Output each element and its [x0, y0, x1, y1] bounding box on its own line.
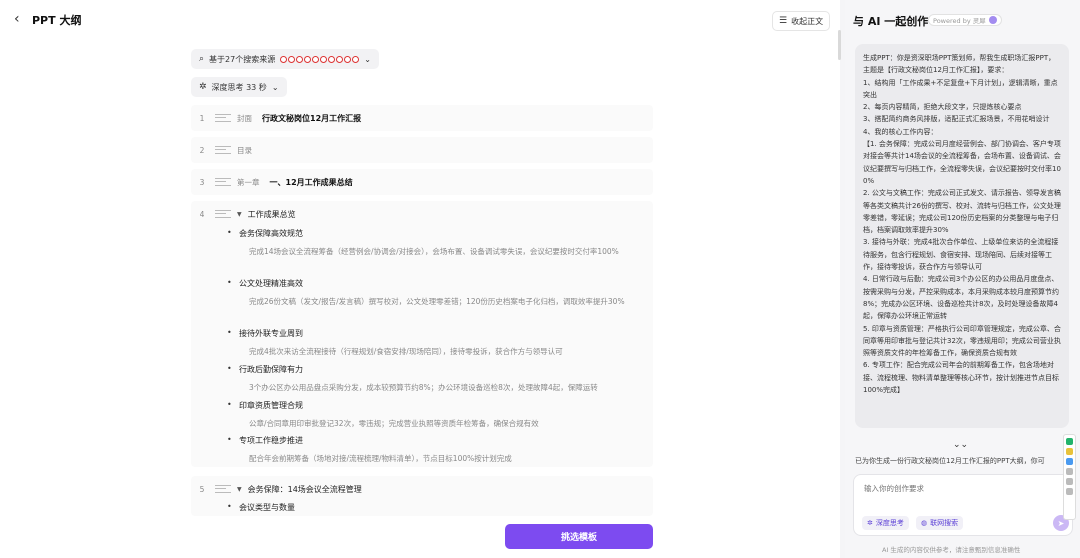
row-number: 4: [199, 209, 205, 219]
favicon-icon: [304, 55, 312, 63]
source-favicons: [280, 55, 360, 63]
favicon-icon: [296, 55, 304, 63]
collapse-caret-icon[interactable]: ▼: [237, 486, 242, 493]
assistant-reply-preview: 已为你生成一份行政文秘岗位12月工作汇报的PPT大纲，你可: [855, 457, 1045, 465]
list-icon: ☰: [779, 16, 788, 26]
deep-thinking-pill[interactable]: ✲ 深度思考 33 秒 ⌄: [191, 77, 287, 97]
editor-panel: ‹ PPT 大纲 ☰ 收起正文 ⌕ 基于27个搜索来源 ⌄ ✲ 深度思考 33 …: [0, 0, 840, 558]
row-number: 1: [199, 113, 205, 123]
search-sources-label: 基于27个搜索来源: [209, 54, 276, 64]
outline-row[interactable]: 2 目录: [191, 137, 653, 163]
web-search-toggle[interactable]: ◍ 联网搜索: [916, 516, 964, 530]
deep-thinking-toggle[interactable]: ✲ 深度思考: [862, 516, 909, 530]
point-title[interactable]: 公文处理精准高效: [227, 278, 303, 289]
point-title[interactable]: 会议类型与数量: [227, 502, 295, 513]
favicon-icon: [344, 55, 352, 63]
favicon-icon: [320, 55, 328, 63]
favicon-icon: [328, 55, 336, 63]
point-desc[interactable]: 3个办公区办公用品盘点采购分发，成本较预算节约8%；办公环境设备巡检8次，处理故…: [249, 380, 629, 396]
globe-icon: ◍: [921, 519, 928, 527]
collapse-caret-icon[interactable]: ▼: [237, 211, 242, 218]
block-heading[interactable]: 工作成果总览: [248, 209, 296, 220]
choose-template-button[interactable]: 挑选模板: [505, 524, 653, 549]
block-heading[interactable]: 会务保障：14场会议全流程管理: [248, 484, 362, 495]
deep-thinking-label: 深度思考 33 秒: [211, 82, 267, 92]
chevron-down-icon: ⌄: [364, 54, 371, 64]
panel-resize-handle[interactable]: [838, 30, 841, 60]
row-number: 5: [199, 484, 205, 494]
status-icon[interactable]: [1066, 438, 1073, 445]
row-kind: 第一章: [237, 177, 260, 187]
favicon-icon: [352, 55, 360, 63]
favicon-icon: [288, 55, 296, 63]
tool-icon[interactable]: [1066, 468, 1073, 475]
point-title[interactable]: 接待外联专业周到: [227, 328, 303, 339]
tool-icon[interactable]: [1066, 488, 1073, 495]
favicon-icon: [312, 55, 320, 63]
point-title[interactable]: 专项工作稳步推进: [227, 435, 303, 446]
share-icon[interactable]: [1066, 458, 1073, 465]
floating-toolbar[interactable]: [1063, 434, 1076, 520]
web-search-chip-label: 联网搜索: [930, 519, 959, 527]
outline-content-block[interactable]: 4 ▼ 工作成果总览 会务保障高效规范 完成14场会议全流程筹备（经营例会/协调…: [191, 201, 653, 467]
brain-icon: ✲: [199, 82, 207, 92]
point-title[interactable]: 会务保障高效规范: [227, 228, 303, 239]
brain-icon: ✲: [867, 519, 873, 527]
assistant-panel: 与 AI 一起创作 Powered by 灵犀 生成PPT：你是资深职场PPT策…: [845, 0, 1080, 558]
collapse-text-button[interactable]: ☰ 收起正文: [772, 11, 831, 31]
disclaimer-text: AI 生成的内容仅供参考，请注意甄别信息准确性: [882, 546, 1021, 554]
brand-logo-icon: [988, 16, 997, 24]
point-desc[interactable]: 公章/合同章用印审批登记32次，零违规；完成营业执照等资质年检筹备，确保合规有效: [249, 416, 629, 432]
page-title: PPT 大纲: [32, 14, 82, 27]
row-kind: 封面: [237, 113, 252, 123]
page-layout-icon: [215, 146, 231, 154]
outline-row[interactable]: 1 封面 行政文秘岗位12月工作汇报: [191, 105, 653, 131]
prompt-input[interactable]: [864, 484, 1054, 493]
outline-row[interactable]: 3 第一章 一、12月工作成果总结: [191, 169, 653, 195]
user-prompt-text: 生成PPT：你是资深职场PPT策划师，帮我生成职场汇报PPT，主题是【行政文秘岗…: [863, 54, 1061, 395]
badge-icon[interactable]: [1066, 448, 1073, 455]
page-layout-icon: [215, 114, 231, 122]
point-desc[interactable]: 配合年会前期筹备（场地对接/流程梳理/物料清单），节点目标100%按计划完成: [249, 451, 629, 467]
block-header: 4 ▼ 工作成果总览: [191, 207, 296, 221]
page-layout-icon: [215, 485, 231, 493]
page-layout-icon: [215, 210, 231, 218]
favicon-icon: [280, 55, 288, 63]
deep-thinking-chip-label: 深度思考: [875, 519, 904, 527]
chevron-down-icon: ⌄: [271, 82, 279, 92]
assistant-title: 与 AI 一起创作: [853, 15, 929, 28]
expand-chevron-icon[interactable]: ⌄⌄: [953, 440, 968, 450]
point-title[interactable]: 印章资质管理合规: [227, 400, 303, 411]
tool-icon[interactable]: [1066, 478, 1073, 485]
arrow-left-icon[interactable]: ‹: [14, 12, 28, 26]
search-sources-pill[interactable]: ⌕ 基于27个搜索来源 ⌄: [191, 49, 379, 69]
row-number: 3: [199, 177, 205, 187]
send-arrow-icon: ➤: [1057, 518, 1065, 528]
powered-by-badge: Powered by 灵犀: [928, 14, 1002, 26]
point-desc[interactable]: 完成26份文稿（发文/报告/发言稿）撰写校对，公文处理零差错；120份历史档案电…: [249, 294, 629, 310]
user-prompt-bubble: 生成PPT：你是资深职场PPT策划师，帮我生成职场汇报PPT，主题是【行政文秘岗…: [855, 44, 1069, 428]
outline-content-block[interactable]: 5 ▼ 会务保障：14场会议全流程管理 会议类型与数量: [191, 476, 653, 516]
point-title[interactable]: 行政后勤保障有力: [227, 364, 303, 375]
search-icon: ⌕: [199, 54, 205, 64]
point-desc[interactable]: 完成14场会议全流程筹备（经营例会/协调会/对接会），会场布置、设备调试零失误，…: [249, 244, 629, 260]
row-title[interactable]: 一、12月工作成果总结: [270, 177, 353, 188]
favicon-icon: [336, 55, 344, 63]
row-title[interactable]: 行政文秘岗位12月工作汇报: [262, 113, 361, 124]
block-header: 5 ▼ 会务保障：14场会议全流程管理: [191, 482, 362, 496]
collapse-text-label: 收起正文: [791, 16, 824, 26]
row-kind: 目录: [237, 145, 252, 155]
prompt-composer[interactable]: ✲ 深度思考 ◍ 联网搜索 ➤: [853, 474, 1073, 536]
row-number: 2: [199, 145, 205, 155]
page-layout-icon: [215, 178, 231, 186]
powered-by-label: Powered by 灵犀: [933, 17, 986, 25]
point-desc[interactable]: 完成4批次来访全流程接待（行程规划/食宿安排/现场陪同），接待零投诉，获合作方与…: [249, 344, 629, 360]
top-bar: ‹ PPT 大纲 ☰ 收起正文: [0, 0, 840, 40]
